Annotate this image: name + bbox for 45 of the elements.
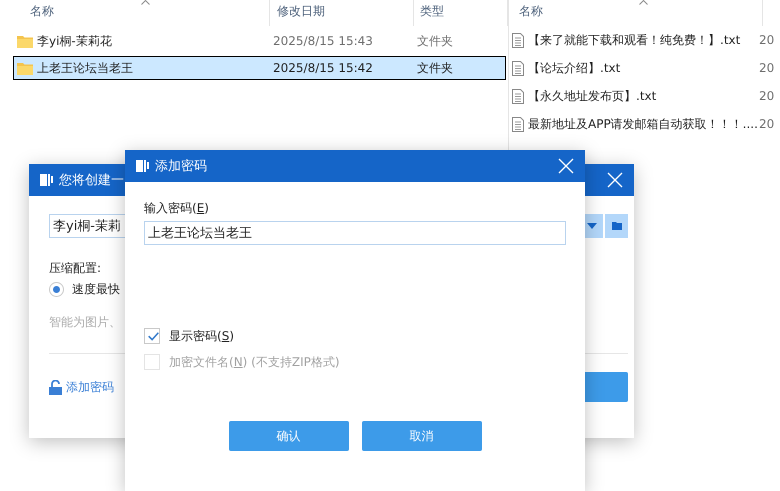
option-label: 速度最快: [72, 281, 120, 298]
file-name: 【永久地址发布页】.txt: [528, 88, 658, 104]
archive-app-icon: [135, 159, 149, 173]
add-password-link[interactable]: 添加密码: [49, 378, 114, 396]
archive-app-icon: [39, 173, 53, 187]
close-icon: [607, 172, 623, 188]
checkbox-label: 加密文件名(N) (不支持ZIP格式): [169, 354, 340, 370]
file-name: 李yi桐-茉莉花: [37, 32, 112, 50]
caret-icon: [586, 223, 596, 229]
sort-caret-icon: [639, 0, 648, 5]
file-row[interactable]: 上老王论坛当老王 2025/8/15 15:42 文件夹: [13, 56, 506, 80]
file-name: 【论坛介绍】.txt: [528, 60, 622, 76]
modified-date: 2025/8/15 15:43: [273, 34, 374, 48]
modified-date: 20: [759, 89, 775, 103]
folder-icon: [612, 222, 622, 230]
file-type: 文件夹: [417, 32, 454, 50]
field-label: 输入密码(E): [144, 200, 210, 217]
column-header[interactable]: 名称: [511, 0, 763, 26]
checkbox-label: 显示密码(S): [169, 328, 234, 344]
file-row[interactable]: 李yi桐-茉莉花 2025/8/15 15:43 文件夹: [13, 29, 506, 53]
hint-text: 智能为图片、: [49, 314, 122, 331]
modified-date: 20: [759, 33, 775, 47]
sort-caret-icon: [141, 0, 150, 5]
dialog-title: 您将创建一: [59, 172, 125, 189]
section-label: 压缩配置:: [49, 260, 102, 277]
column-header[interactable]: 修改日期: [270, 0, 414, 26]
browse-button[interactable]: [605, 214, 628, 238]
column-header[interactable]: 类型: [414, 0, 508, 26]
modified-date: 20: [759, 117, 775, 131]
password-field[interactable]: 上老王论坛当老王: [144, 221, 566, 245]
lock-icon: [49, 380, 62, 394]
file-name: 上老王论坛当老王: [37, 60, 133, 76]
dialog-title: 添加密码: [155, 158, 208, 175]
primary-button[interactable]: [583, 372, 628, 402]
file-name: 【来了就能下载和观看！纯免费！】.txt: [528, 32, 742, 48]
file-type: 文件夹: [417, 60, 454, 76]
modified-date: 20: [759, 61, 775, 75]
folder-icon: [17, 34, 33, 48]
file-name: 最新地址及APP请发邮箱自动获取！！！....: [528, 116, 758, 132]
radio-button[interactable]: [49, 282, 64, 297]
checkbox[interactable]: [144, 328, 160, 344]
folder-icon: [17, 62, 33, 74]
modified-date: 2025/8/15 15:42: [273, 61, 374, 75]
close-icon: [558, 158, 574, 174]
column-header[interactable]: 名称: [0, 0, 270, 26]
